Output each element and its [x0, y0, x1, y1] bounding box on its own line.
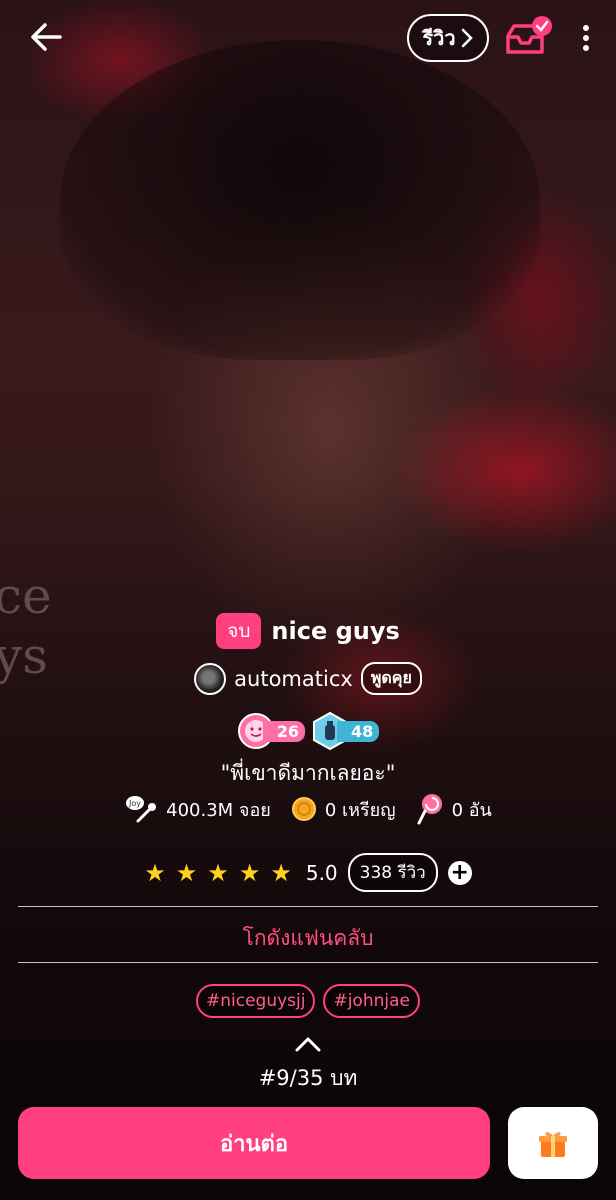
chevron-right-icon: [461, 28, 473, 48]
coins-stat: 0 เหรียญ: [291, 795, 396, 824]
story-title: nice guys: [271, 617, 400, 645]
add-review-button[interactable]: +: [447, 859, 472, 885]
cover-overlay: [0, 0, 616, 1200]
author-avatar[interactable]: [194, 662, 227, 695]
star-icon: ★: [144, 858, 166, 887]
tag-chip[interactable]: #johnjae: [323, 984, 420, 1018]
kebab-menu-icon: [583, 25, 589, 51]
plus-icon: +: [450, 859, 469, 885]
candies-stat: 0 อัน: [416, 793, 492, 825]
views-stat: Joy 400.3M จอย: [124, 793, 271, 825]
bottle-badge[interactable]: 48: [311, 712, 380, 750]
top-bar: รีวิว: [0, 0, 616, 80]
author-name[interactable]: automaticx: [234, 667, 353, 691]
gift-icon: [539, 1132, 567, 1157]
badges-row: 26 48: [0, 712, 616, 750]
coin-icon: [291, 797, 316, 821]
joy-microphone-icon: Joy: [126, 796, 157, 823]
chevron-up-icon[interactable]: [293, 1034, 323, 1054]
divider: [18, 962, 598, 963]
back-button[interactable]: [26, 16, 68, 58]
rating-row: ★ ★ ★ ★ ★ 5.0 338 รีวิว +: [0, 853, 616, 892]
story-tagline: "พี่เขาดีมากเลยอะ": [220, 761, 396, 785]
continue-reading-button[interactable]: อ่านต่อ: [18, 1107, 490, 1179]
more-options-button[interactable]: [572, 18, 600, 58]
candies-count: 0 อัน: [451, 799, 492, 821]
coins-count: 0 เหรียญ: [324, 799, 396, 821]
review-button[interactable]: รีวิว: [407, 14, 489, 62]
arrow-left-icon: [31, 23, 62, 51]
stats-row: Joy 400.3M จอย 0 เหรียญ 0 อัน: [0, 793, 616, 825]
episode-indicator: #9/35 บท: [258, 1066, 358, 1090]
smile-badge-count: 26: [262, 720, 305, 742]
views-count: 400.3M จอย: [166, 799, 271, 821]
star-icon: ★: [207, 858, 229, 887]
lollipop-icon: [417, 794, 442, 825]
gift-button[interactable]: [508, 1107, 598, 1179]
inbox-check-icon: [506, 16, 552, 54]
tag-chip[interactable]: #niceguysjj: [195, 984, 316, 1018]
rating-value: 5.0: [305, 860, 338, 885]
fanclub-link[interactable]: โกดังแฟนคลับ: [0, 922, 616, 955]
star-icon: ★: [175, 858, 198, 887]
chat-button[interactable]: พูดคุย: [360, 662, 422, 695]
bottle-badge-count: 48: [337, 720, 380, 742]
review-count-button[interactable]: 338 รีวิว: [347, 853, 438, 892]
status-badge: จบ: [216, 613, 262, 649]
divider: [18, 906, 598, 907]
tags-row: #niceguysjj #johnjae: [0, 984, 616, 1018]
star-icon: ★: [270, 858, 292, 887]
smile-badge[interactable]: 26: [237, 712, 305, 750]
story-title-row: จบ nice guys: [0, 613, 616, 649]
star-icon: ★: [238, 858, 261, 887]
review-button-label: รีวิว: [422, 26, 456, 50]
library-button[interactable]: [504, 14, 554, 60]
svg-text:Joy: Joy: [128, 799, 141, 808]
author-row: automaticx พูดคุย: [0, 662, 616, 695]
